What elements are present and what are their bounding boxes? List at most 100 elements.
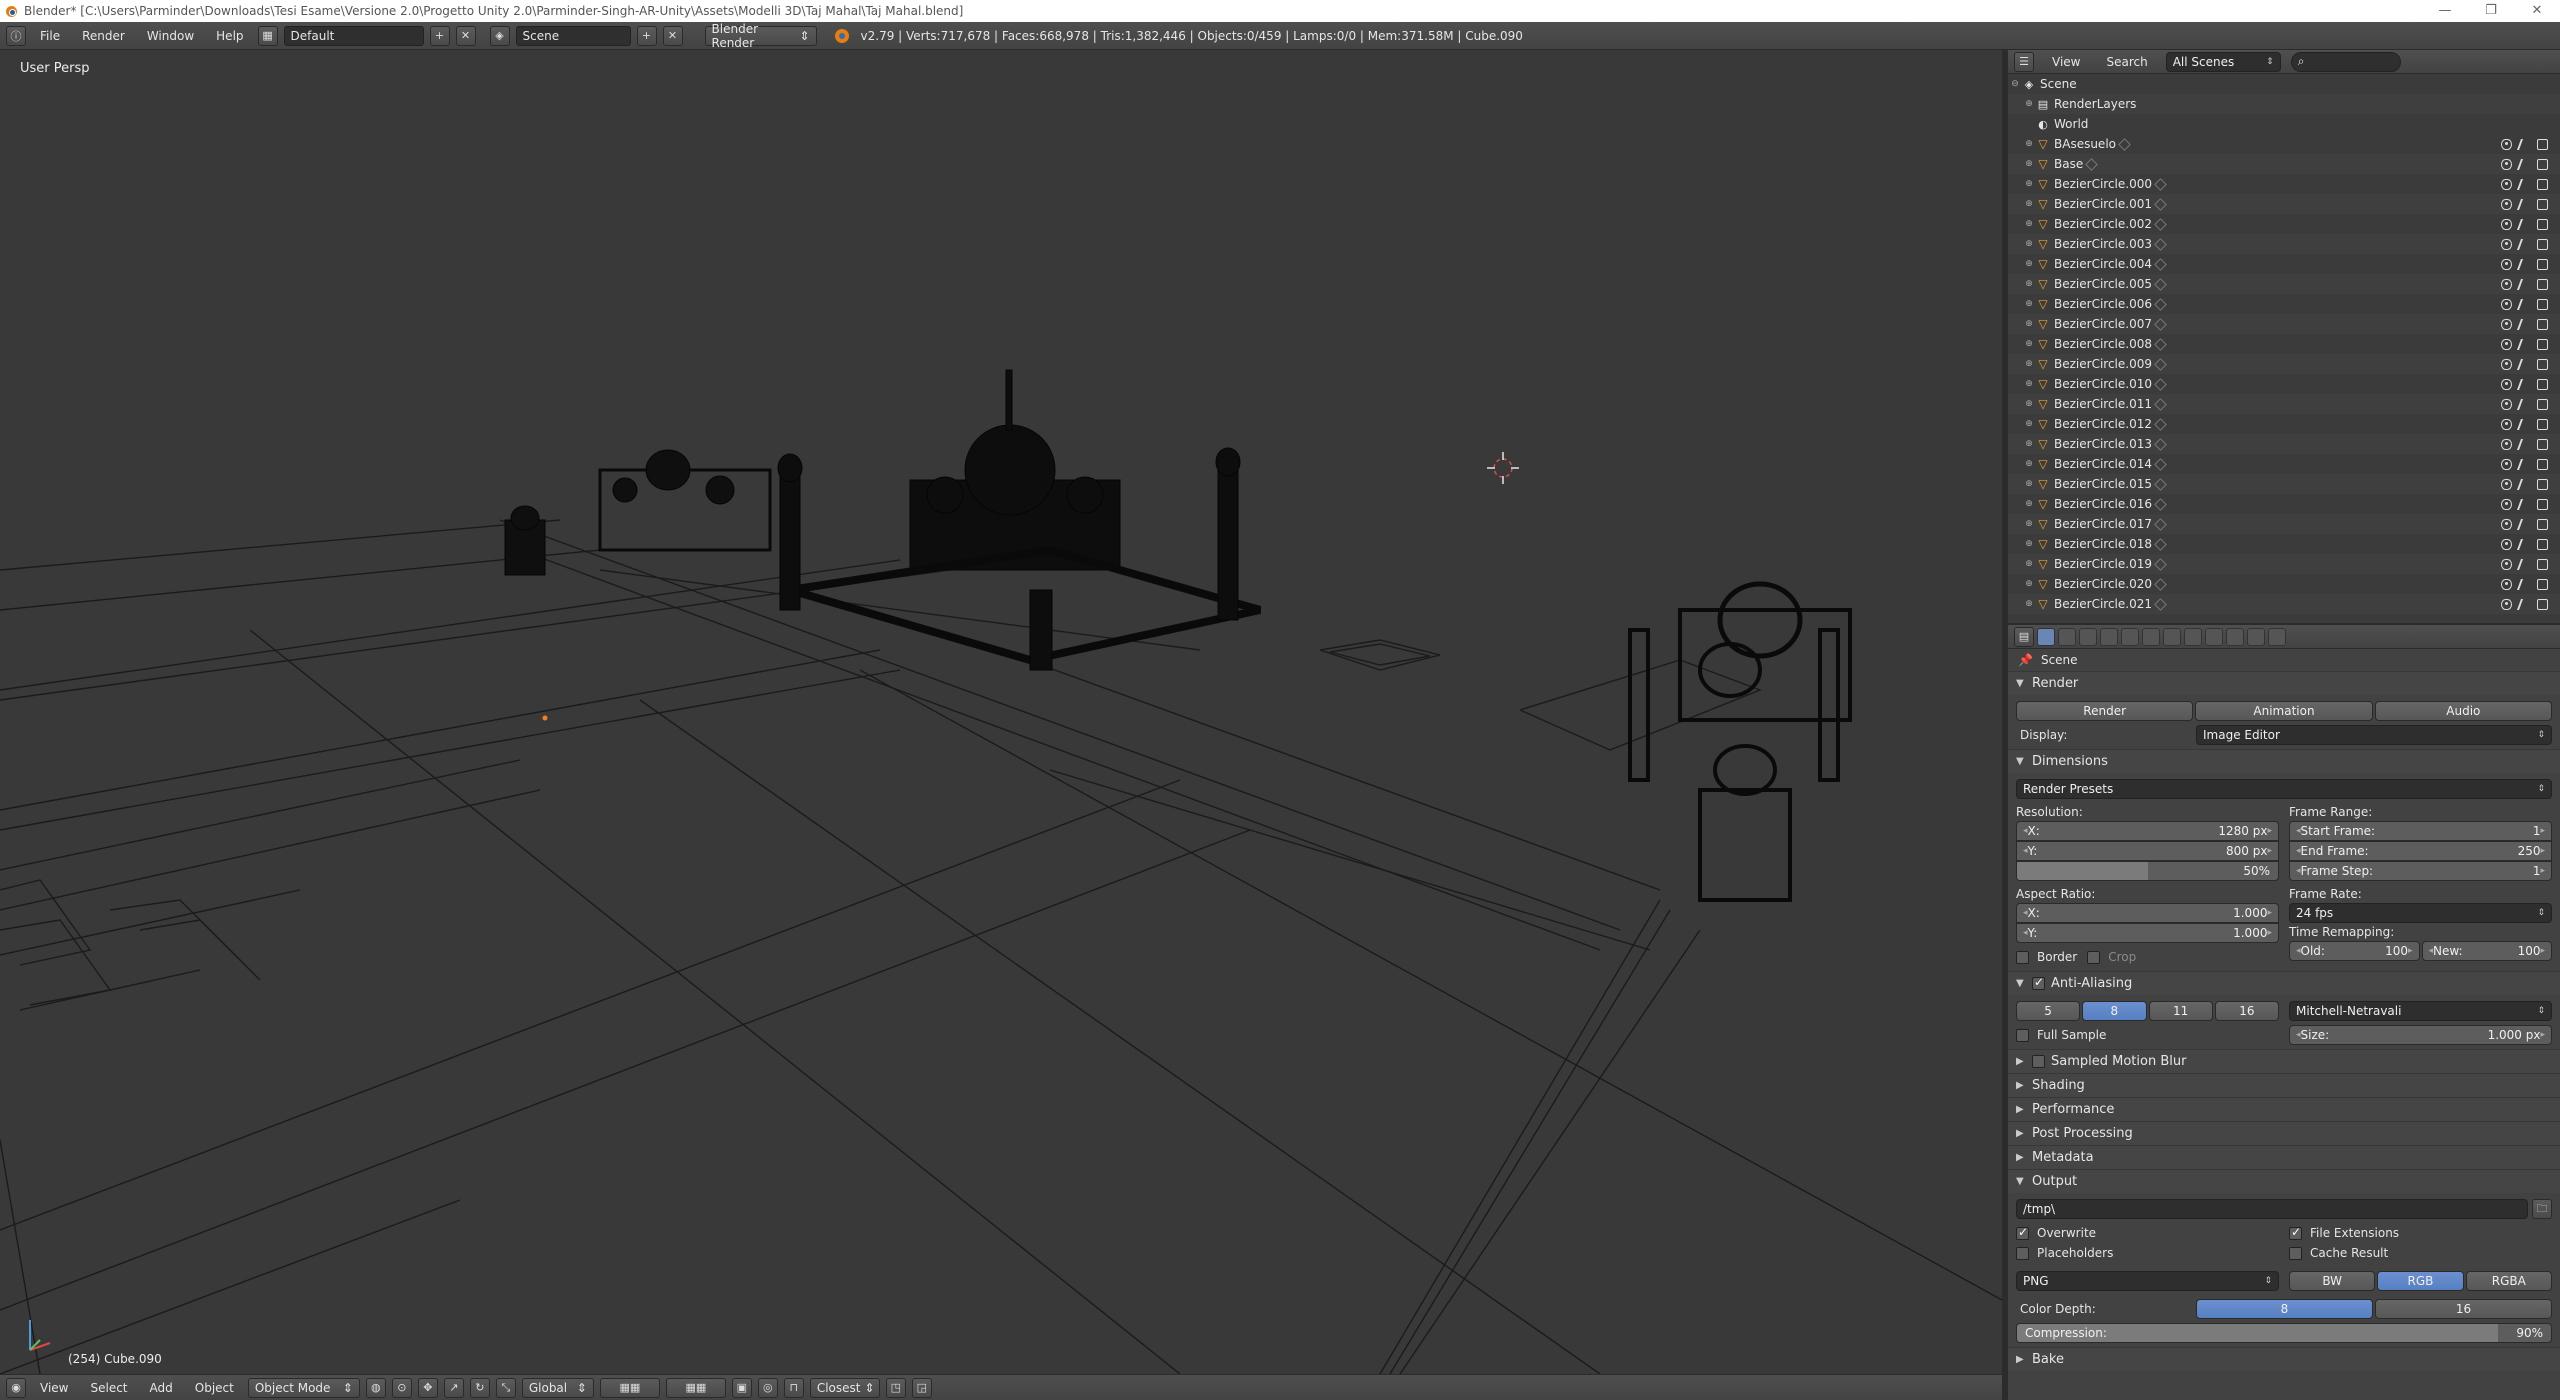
placeholders-checkbox[interactable]: Placeholders bbox=[2016, 1243, 2279, 1263]
eye-icon[interactable] bbox=[2501, 378, 2512, 390]
end-frame-field[interactable]: ◂ End Frame: 250 ▸ bbox=[2289, 841, 2552, 861]
tab-modifiers[interactable] bbox=[2163, 627, 2181, 646]
tree-item-object[interactable]: ⊕ ▽ BezierCircle.017 bbox=[2008, 514, 2560, 534]
eye-icon[interactable] bbox=[2501, 298, 2512, 310]
tab-particles[interactable] bbox=[2247, 627, 2265, 646]
tree-item-object[interactable]: ⊕ ▽ BezierCircle.003 bbox=[2008, 234, 2560, 254]
panel-post-processing-header[interactable]: ▶ Post Processing bbox=[2008, 1121, 2560, 1145]
eye-icon[interactable] bbox=[2501, 258, 2512, 270]
eye-icon[interactable] bbox=[2501, 238, 2512, 250]
select-cursor-icon[interactable] bbox=[2516, 378, 2533, 390]
eye-icon[interactable] bbox=[2501, 338, 2512, 350]
tab-object[interactable] bbox=[2121, 627, 2139, 646]
close-button[interactable]: ✕ bbox=[2514, 0, 2560, 22]
manipulator-icon[interactable]: ✥ bbox=[417, 1377, 438, 1398]
increment-arrow-icon[interactable]: ▸ bbox=[2408, 946, 2413, 956]
menu-help[interactable]: Help bbox=[208, 26, 251, 46]
scale-icon[interactable]: ⤡ bbox=[495, 1377, 516, 1398]
tree-item-object[interactable]: ⊕ ▽ BezierCircle.018 bbox=[2008, 534, 2560, 554]
snap-magnet-icon[interactable]: ⊓ bbox=[783, 1377, 804, 1398]
snap-target-select[interactable]: Closest ⇕ bbox=[809, 1377, 880, 1398]
eye-icon[interactable] bbox=[2501, 598, 2512, 610]
menu-file[interactable]: File bbox=[32, 26, 68, 46]
render-camera-icon[interactable] bbox=[2537, 278, 2548, 290]
editor-type-properties-icon[interactable]: ▤ bbox=[2014, 626, 2034, 647]
expand-icon[interactable]: ⊕ bbox=[2022, 399, 2036, 409]
eye-icon[interactable] bbox=[2501, 538, 2512, 550]
expand-icon[interactable]: ⊕ bbox=[2022, 539, 2036, 549]
menu-object[interactable]: Object bbox=[187, 1378, 242, 1398]
select-cursor-icon[interactable] bbox=[2516, 258, 2533, 270]
full-sample-checkbox[interactable]: Full Sample bbox=[2016, 1025, 2279, 1045]
menu-add[interactable]: Add bbox=[142, 1378, 181, 1398]
expand-icon[interactable]: ⊕ bbox=[2022, 559, 2036, 569]
eye-icon[interactable] bbox=[2501, 458, 2512, 470]
expand-icon[interactable]: ⊕ bbox=[2022, 319, 2036, 329]
tree-item-object[interactable]: ⊕ ▽ BezierCircle.006 bbox=[2008, 294, 2560, 314]
select-cursor-icon[interactable] bbox=[2516, 418, 2533, 430]
aa-samples-16[interactable]: 16 bbox=[2214, 1001, 2279, 1021]
select-cursor-icon[interactable] bbox=[2516, 518, 2533, 530]
render-camera-icon[interactable] bbox=[2537, 338, 2548, 350]
border-checkbox[interactable]: Border bbox=[2016, 947, 2077, 967]
aa-samples-8[interactable]: 8 bbox=[2082, 1001, 2147, 1021]
render-camera-icon[interactable] bbox=[2537, 158, 2548, 170]
aa-size-field[interactable]: ◂ Size: 1.000 px ▸ bbox=[2289, 1025, 2552, 1045]
panel-performance-header[interactable]: ▶ Performance bbox=[2008, 1097, 2560, 1121]
render-camera-icon[interactable] bbox=[2537, 178, 2548, 190]
select-cursor-icon[interactable] bbox=[2516, 318, 2533, 330]
eye-icon[interactable] bbox=[2501, 278, 2512, 290]
eye-icon[interactable] bbox=[2501, 358, 2512, 370]
expand-icon[interactable]: ⊕ bbox=[2022, 139, 2036, 149]
tree-item-object[interactable]: ⊕ ▽ Base bbox=[2008, 154, 2560, 174]
expand-icon[interactable]: ⊕ bbox=[2022, 239, 2036, 249]
expand-icon[interactable]: ⊕ bbox=[2022, 199, 2036, 209]
select-cursor-icon[interactable] bbox=[2516, 578, 2533, 590]
tree-item-object[interactable]: ⊕ ▽ BezierCircle.019 bbox=[2008, 554, 2560, 574]
eye-icon[interactable] bbox=[2501, 498, 2512, 510]
tree-item-object[interactable]: ⊕ ▽ BezierCircle.010 bbox=[2008, 374, 2560, 394]
expand-icon[interactable]: ⊕ bbox=[2022, 579, 2036, 589]
panel-shading-header[interactable]: ▶ Shading bbox=[2008, 1073, 2560, 1097]
motion-blur-toggle[interactable] bbox=[2032, 1055, 2045, 1068]
animation-button[interactable]: Animation bbox=[2195, 701, 2373, 721]
expand-icon[interactable]: ⊕ bbox=[2022, 299, 2036, 309]
eye-icon[interactable] bbox=[2501, 158, 2512, 170]
render-camera-icon[interactable] bbox=[2537, 478, 2548, 490]
select-cursor-icon[interactable] bbox=[2516, 478, 2533, 490]
render-camera-icon[interactable] bbox=[2537, 538, 2548, 550]
increment-arrow-icon[interactable]: ▸ bbox=[2540, 866, 2545, 876]
increment-arrow-icon[interactable]: ▸ bbox=[2267, 826, 2272, 836]
select-cursor-icon[interactable] bbox=[2516, 198, 2533, 210]
resolution-x-field[interactable]: ◂ X: 1280 px ▸ bbox=[2016, 821, 2279, 841]
render-camera-icon[interactable] bbox=[2537, 318, 2548, 330]
add-layout-icon[interactable]: + bbox=[429, 25, 450, 46]
resolution-percentage-slider[interactable]: 50% bbox=[2016, 861, 2279, 881]
color-depth-16[interactable]: 16 bbox=[2375, 1299, 2552, 1319]
tab-constraints[interactable] bbox=[2142, 627, 2160, 646]
add-scene-icon[interactable]: + bbox=[636, 25, 657, 46]
frame-rate-select[interactable]: 24 fps ⇕ bbox=[2289, 903, 2552, 923]
aa-filter-select[interactable]: Mitchell-Netravali ⇕ bbox=[2289, 1001, 2552, 1021]
increment-arrow-icon[interactable]: ▸ bbox=[2267, 908, 2272, 918]
anti-aliasing-toggle[interactable] bbox=[2032, 975, 2045, 990]
file-format-select[interactable]: PNG ⇕ bbox=[2016, 1271, 2279, 1291]
tree-item-object[interactable]: ⊕ ▽ BezierCircle.020 bbox=[2008, 574, 2560, 594]
tab-render[interactable] bbox=[2037, 627, 2055, 646]
eye-icon[interactable] bbox=[2501, 418, 2512, 430]
menu-render[interactable]: Render bbox=[74, 26, 133, 46]
select-cursor-icon[interactable] bbox=[2516, 558, 2533, 570]
render-camera-icon[interactable] bbox=[2537, 418, 2548, 430]
select-cursor-icon[interactable] bbox=[2516, 138, 2533, 150]
render-camera-icon[interactable] bbox=[2537, 498, 2548, 510]
expand-icon[interactable]: ⊕ bbox=[2022, 279, 2036, 289]
folder-icon[interactable]: 🗀 bbox=[2532, 1199, 2552, 1219]
render-engine-select[interactable]: Blender Render ⇕ bbox=[704, 22, 817, 50]
eye-icon[interactable] bbox=[2501, 138, 2512, 150]
pin-icon[interactable]: 📌 bbox=[2018, 653, 2033, 667]
tab-scene[interactable] bbox=[2079, 627, 2097, 646]
expand-icon[interactable]: ⊕ bbox=[2022, 379, 2036, 389]
editor-type-3d-icon[interactable]: ◉ bbox=[6, 1377, 26, 1398]
select-cursor-icon[interactable] bbox=[2516, 438, 2533, 450]
render-button[interactable]: Render bbox=[2016, 701, 2194, 721]
